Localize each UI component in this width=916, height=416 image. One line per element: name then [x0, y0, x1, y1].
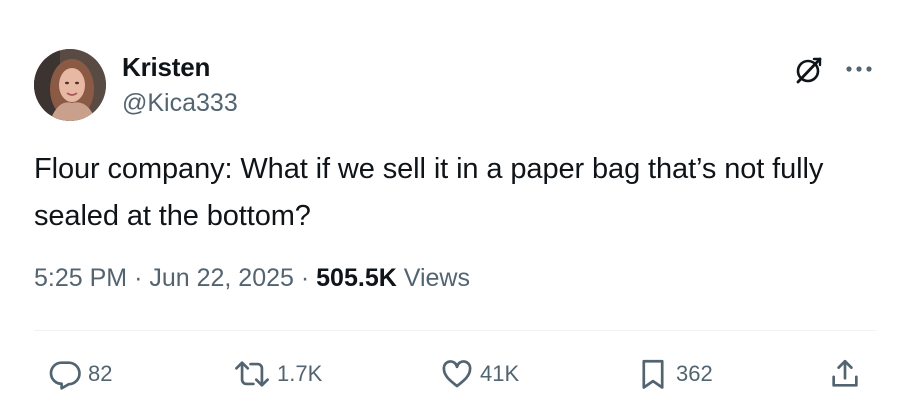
meta-separator: ·: [134, 264, 143, 292]
tweet-text: Flour company: What if we sell it in a p…: [34, 153, 824, 232]
repost-icon: [235, 361, 269, 387]
views-count: 505.5K: [316, 264, 397, 292]
divider: [34, 330, 876, 331]
bookmark-button[interactable]: 362: [636, 357, 713, 391]
meta-separator: ·: [300, 264, 310, 292]
author-name[interactable]: Kristen: [122, 52, 210, 83]
repost-count: 1.7K: [277, 361, 323, 386]
reply-button[interactable]: 82: [48, 357, 112, 391]
share-button[interactable]: [828, 357, 862, 391]
like-count: 41K: [480, 361, 520, 386]
like-button[interactable]: 41K: [440, 357, 519, 391]
repost-button[interactable]: 1.7K: [233, 357, 322, 391]
views-label: Views: [403, 264, 470, 292]
bookmark-icon: [642, 359, 664, 389]
tweet-time[interactable]: 5:25 PM: [34, 264, 127, 292]
reply-count: 82: [88, 361, 113, 386]
tweet-date[interactable]: Jun 22, 2025: [149, 264, 294, 292]
tweet-meta: 5:25 PM · Jun 22, 2025 · 505.5K Views: [34, 264, 470, 293]
author-handle[interactable]: @Kica333: [122, 89, 238, 118]
avatar[interactable]: [34, 49, 106, 121]
share-icon: [832, 359, 858, 387]
grok-icon[interactable]: [793, 54, 825, 86]
avatar-image: [34, 49, 106, 121]
more-icon[interactable]: [844, 60, 874, 78]
reply-icon: [49, 361, 81, 390]
heart-icon: [442, 360, 472, 388]
bookmark-count: 362: [676, 361, 713, 386]
